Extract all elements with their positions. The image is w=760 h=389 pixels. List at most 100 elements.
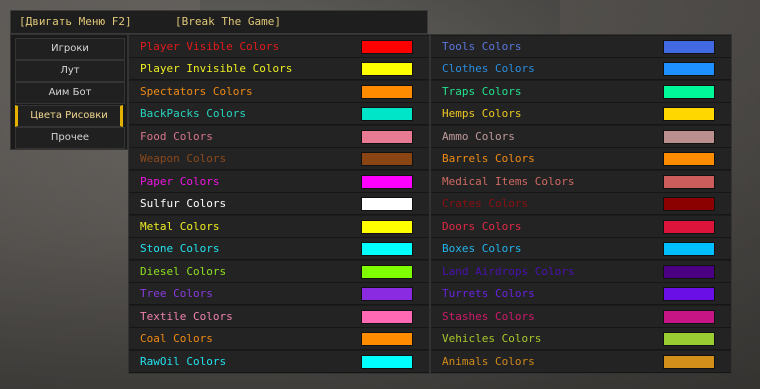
color-swatch[interactable] [663,107,715,121]
color-swatch[interactable] [663,174,715,189]
color-swatch[interactable] [361,39,413,54]
color-row-tree-colors[interactable]: Tree Colors [129,283,429,305]
color-row-label: Paper Colors [140,174,220,188]
color-swatch[interactable] [361,264,413,279]
color-swatch[interactable] [361,174,413,189]
color-swatch[interactable] [361,62,413,76]
color-row-player-invisible-colors[interactable]: Player Invisible Colors [129,58,429,80]
color-row-label: Medical Items Colors [442,174,575,188]
color-row-animals-colors[interactable]: Animals Colors [431,350,731,373]
menu-title: [Break The Game] [175,15,281,28]
menu-header[interactable]: [Двигать Меню F2] [Break The Game] [10,10,428,34]
color-swatch[interactable] [663,39,715,54]
color-swatch[interactable] [663,219,715,234]
color-row-coal-colors[interactable]: Coal Colors [129,328,429,350]
color-swatch[interactable] [663,242,715,256]
color-swatch[interactable] [361,242,413,256]
color-row-label: Tree Colors [140,287,213,300]
color-swatch[interactable] [663,287,715,301]
color-swatch[interactable] [361,354,413,369]
color-row-label: Stone Colors [140,242,220,255]
color-row-label: Vehicles Colors [442,332,542,345]
color-row-diesel-colors[interactable]: Diesel Colors [129,260,429,283]
color-swatch[interactable] [663,152,715,166]
color-row-label: Traps Colors [442,84,522,98]
color-swatch[interactable] [663,264,715,279]
color-swatch[interactable] [361,197,413,211]
color-row-stone-colors[interactable]: Stone Colors [129,238,429,260]
color-swatch[interactable] [361,309,413,324]
color-row-land-airdrops-colors[interactable]: Land Airdrops Colors [431,260,731,283]
nav-loot[interactable]: Лут [15,60,125,82]
color-row-label: Diesel Colors [140,264,227,278]
color-row-backpacks-colors[interactable]: BackPacks Colors [129,103,429,125]
color-swatch[interactable] [361,129,413,144]
color-row-clothes-colors[interactable]: Clothes Colors [431,58,731,80]
color-row-rawoil-colors[interactable]: RawOil Colors [129,350,429,373]
color-row-spectators-colors[interactable]: Spectators Colors [129,80,429,103]
color-row-label: Ammo Colors [442,129,515,143]
color-row-ammo-colors[interactable]: Ammo Colors [431,125,731,148]
color-row-label: BackPacks Colors [140,107,246,120]
color-row-crates-colors[interactable]: Crates Colors [431,193,731,215]
color-list-right: Tools Colors Clothes Colors Traps Colors He… [430,34,732,374]
color-row-label: RawOil Colors [140,354,227,368]
color-swatch[interactable] [663,354,715,369]
color-row-player-visible-colors[interactable]: Player Visible Colors [129,35,429,58]
color-swatch[interactable] [361,84,413,99]
color-row-label: Clothes Colors [442,62,535,75]
color-row-label: Crates Colors [442,197,529,210]
color-swatch[interactable] [361,152,413,166]
color-row-label: Boxes Colors [442,242,522,255]
color-row-food-colors[interactable]: Food Colors [129,125,429,148]
color-row-barrels-colors[interactable]: Barrels Colors [431,148,731,170]
color-row-weapon-colors[interactable]: Weapon Colors [129,148,429,170]
color-row-label: Metal Colors [140,219,220,233]
color-swatch[interactable] [663,309,715,324]
nav-aimbot[interactable]: Аим Бот [15,82,125,104]
color-row-label: Food Colors [140,129,213,143]
color-row-turrets-colors[interactable]: Turrets Colors [431,283,731,305]
color-row-stashes-colors[interactable]: Stashes Colors [431,305,731,328]
color-swatch[interactable] [361,107,413,121]
color-row-medical-items-colors[interactable]: Medical Items Colors [431,170,731,193]
color-row-label: Barrels Colors [442,152,535,165]
color-swatch[interactable] [663,332,715,346]
nav-players[interactable]: Игроки [15,38,125,60]
color-swatch[interactable] [663,197,715,211]
color-row-tools-colors[interactable]: Tools Colors [431,35,731,58]
color-row-textile-colors[interactable]: Textile Colors [129,305,429,328]
color-swatch[interactable] [663,62,715,76]
color-list-left: Player Visible Colors Player Invisible Co… [128,34,430,374]
color-row-hemps-colors[interactable]: Hemps Colors [431,103,731,125]
color-row-label: Player Invisible Colors [140,62,293,75]
color-swatch[interactable] [663,84,715,99]
color-swatch[interactable] [663,129,715,144]
color-row-label: Sulfur Colors [140,197,227,210]
color-row-label: Turrets Colors [442,287,535,300]
color-row-label: Tools Colors [442,39,522,53]
color-swatch[interactable] [361,287,413,301]
color-row-label: Spectators Colors [140,84,253,98]
nav-draw-colors[interactable]: Цвета Рисовки [15,105,123,127]
color-row-metal-colors[interactable]: Metal Colors [129,215,429,238]
color-row-label: Land Airdrops Colors [442,264,575,278]
color-swatch[interactable] [361,332,413,346]
move-menu-label: [Двигать Меню F2] [19,15,132,28]
color-row-vehicles-colors[interactable]: Vehicles Colors [431,328,731,350]
color-row-label: Hemps Colors [442,107,522,120]
color-row-paper-colors[interactable]: Paper Colors [129,170,429,193]
color-row-label: Stashes Colors [442,309,535,323]
color-row-traps-colors[interactable]: Traps Colors [431,80,731,103]
color-row-label: Weapon Colors [140,152,227,165]
color-row-label: Textile Colors [140,309,233,323]
color-row-sulfur-colors[interactable]: Sulfur Colors [129,193,429,215]
sidebar: Игроки Лут Аим Бот Цвета Рисовки Прочее [10,34,128,150]
color-row-label: Coal Colors [140,332,213,345]
color-row-label: Player Visible Colors [140,39,280,53]
color-row-boxes-colors[interactable]: Boxes Colors [431,238,731,260]
nav-other[interactable]: Прочее [15,127,125,149]
color-row-label: Animals Colors [442,354,535,368]
color-row-doors-colors[interactable]: Doors Colors [431,215,731,238]
color-swatch[interactable] [361,219,413,234]
